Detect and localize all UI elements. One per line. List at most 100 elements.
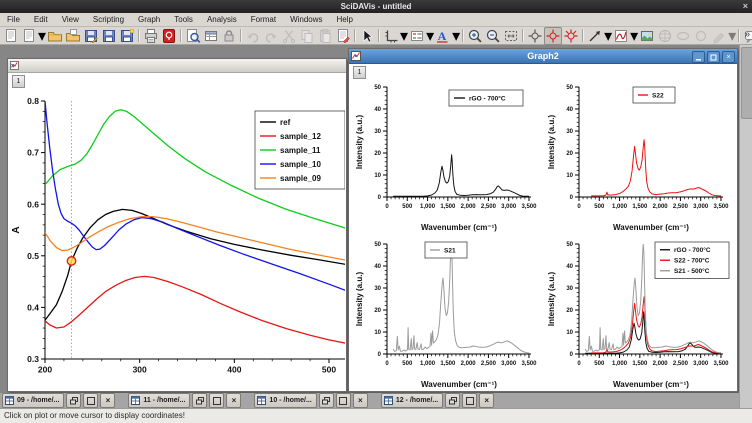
- export-pdf-button[interactable]: [160, 27, 178, 45]
- new-project-button[interactable]: [2, 27, 20, 45]
- duplicate-button[interactable]: [334, 27, 352, 45]
- zoom-in-button[interactable]: [466, 27, 484, 45]
- raman-plot-rgo[interactable]: 05001,0001,5002,0002,5003,0003,500010203…: [353, 77, 543, 233]
- menu-item-format[interactable]: Format: [244, 15, 283, 24]
- new-item-button[interactable]: ▾: [20, 26, 46, 46]
- dropdown-arrow-icon[interactable]: ▾: [452, 26, 460, 46]
- restore-button[interactable]: [66, 393, 81, 408]
- data-reader-icon[interactable]: [544, 27, 562, 45]
- minimized-window-button[interactable]: 09 - /home/...: [2, 393, 64, 408]
- dropdown-arrow-icon[interactable]: ▾: [604, 26, 612, 46]
- app-close-button[interactable]: ×: [743, 0, 748, 13]
- zoom-out-button[interactable]: [484, 27, 502, 45]
- duplicate-icon[interactable]: [334, 27, 352, 45]
- screen-reader-icon[interactable]: [526, 27, 544, 45]
- save-template-button[interactable]: [118, 27, 136, 45]
- menu-item-file[interactable]: File: [0, 15, 27, 24]
- new-item-icon[interactable]: [20, 27, 38, 45]
- zoom-out-icon[interactable]: [484, 27, 502, 45]
- print-button[interactable]: [142, 27, 160, 45]
- scrollbar-thumb[interactable]: [741, 47, 752, 119]
- close-button[interactable]: ×: [100, 393, 115, 408]
- dropdown-arrow-icon[interactable]: ▾: [38, 26, 46, 46]
- maximize-button[interactable]: [707, 51, 720, 63]
- maximize-button[interactable]: [209, 393, 224, 408]
- menu-item-analysis[interactable]: Analysis: [200, 15, 244, 24]
- maximize-button[interactable]: [336, 393, 351, 408]
- menu-item-graph[interactable]: Graph: [131, 15, 167, 24]
- close-button[interactable]: ×: [226, 393, 241, 408]
- save-project-button[interactable]: [100, 27, 118, 45]
- add-layer-icon[interactable]: [382, 27, 400, 45]
- dropdown-arrow-icon[interactable]: ▾: [426, 26, 434, 46]
- menu-item-scripting[interactable]: Scripting: [86, 15, 131, 24]
- open-project-icon[interactable]: [46, 27, 64, 45]
- select-range-button[interactable]: [562, 27, 580, 45]
- find-icon[interactable]: [184, 27, 202, 45]
- open-project-button[interactable]: [46, 27, 64, 45]
- close-button[interactable]: ×: [353, 393, 368, 408]
- rescale-icon[interactable]: [502, 27, 520, 45]
- add-legend-button[interactable]: ▾: [408, 26, 434, 46]
- pointer-icon[interactable]: [358, 27, 376, 45]
- maximize-button[interactable]: [83, 393, 98, 408]
- menu-item-windows[interactable]: Windows: [283, 15, 329, 24]
- graph2-titlebar[interactable]: Graph2 ×: [349, 49, 737, 64]
- minimize-button[interactable]: [692, 51, 705, 63]
- menu-item-view[interactable]: View: [55, 15, 86, 24]
- screen-reader-button[interactable]: [526, 27, 544, 45]
- restore-button[interactable]: [445, 393, 460, 408]
- menu-item-help[interactable]: Help: [330, 15, 360, 24]
- add-function-button[interactable]: ▾: [612, 26, 638, 46]
- dropdown-arrow-icon[interactable]: ▾: [728, 26, 736, 46]
- add-function-icon[interactable]: [612, 27, 630, 45]
- close-button[interactable]: ×: [722, 51, 735, 63]
- dropdown-arrow-icon[interactable]: ▾: [630, 26, 638, 46]
- uvvis-plot[interactable]: 2003004005000.30.40.50.60.70.8Arefsample…: [9, 89, 345, 389]
- workspace-scrollbar[interactable]: [739, 45, 752, 408]
- save-project-as-button[interactable]: [82, 27, 100, 45]
- project-explorer-icon[interactable]: [202, 27, 220, 45]
- minimized-window-button[interactable]: 11 - /home/...: [128, 393, 190, 408]
- raman-plot-s22[interactable]: 05001,0001,5002,0002,5003,0003,500010203…: [545, 77, 735, 233]
- left-window-titlebar[interactable]: [8, 59, 346, 73]
- add-text-button[interactable]: A▾: [434, 26, 460, 46]
- add-legend-icon[interactable]: [408, 27, 426, 45]
- dropdown-arrow-icon[interactable]: ▾: [400, 26, 408, 46]
- menu-item-edit[interactable]: Edit: [27, 15, 55, 24]
- print-icon[interactable]: [142, 27, 160, 45]
- menu-item-tools[interactable]: Tools: [167, 15, 200, 24]
- lock-button[interactable]: [220, 27, 238, 45]
- toolbar-overflow-icon[interactable]: »: [744, 29, 750, 40]
- restore-button[interactable]: [319, 393, 334, 408]
- save-project-as-icon[interactable]: [82, 27, 100, 45]
- select-range-icon[interactable]: [562, 27, 580, 45]
- layer-button[interactable]: 1: [12, 75, 25, 88]
- data-reader-button[interactable]: [544, 27, 562, 45]
- lock-icon[interactable]: [220, 27, 238, 45]
- add-image-icon[interactable]: [638, 27, 656, 45]
- add-image-button[interactable]: [638, 27, 656, 45]
- close-button[interactable]: ×: [479, 393, 494, 408]
- raman-plot-combined[interactable]: 05001,0001,5002,0002,5003,0003,500010203…: [545, 234, 735, 390]
- add-layer-button[interactable]: ▾: [382, 26, 408, 46]
- project-explorer-button[interactable]: [202, 27, 220, 45]
- restore-button[interactable]: [192, 393, 207, 408]
- save-project-icon[interactable]: [100, 27, 118, 45]
- add-text-icon[interactable]: A: [434, 27, 452, 45]
- layer-button[interactable]: 1: [353, 66, 366, 79]
- new-project-icon[interactable]: [2, 27, 20, 45]
- raman-plot-s21[interactable]: 05001,0001,5002,0002,5003,0003,500010203…: [353, 234, 543, 390]
- draw-line-icon[interactable]: [586, 27, 604, 45]
- pointer-button[interactable]: [358, 27, 376, 45]
- maximize-button[interactable]: [462, 393, 477, 408]
- open-template-button[interactable]: [64, 27, 82, 45]
- draw-line-button[interactable]: ▾: [586, 26, 612, 46]
- minimized-window-button[interactable]: 10 - /home/...: [254, 393, 316, 408]
- export-pdf-icon[interactable]: [160, 27, 178, 45]
- zoom-in-icon[interactable]: [466, 27, 484, 45]
- save-template-icon[interactable]: [118, 27, 136, 45]
- open-template-icon[interactable]: [64, 27, 82, 45]
- minimized-window-button[interactable]: 12 - /home/...: [381, 393, 443, 408]
- rescale-button[interactable]: [502, 27, 520, 45]
